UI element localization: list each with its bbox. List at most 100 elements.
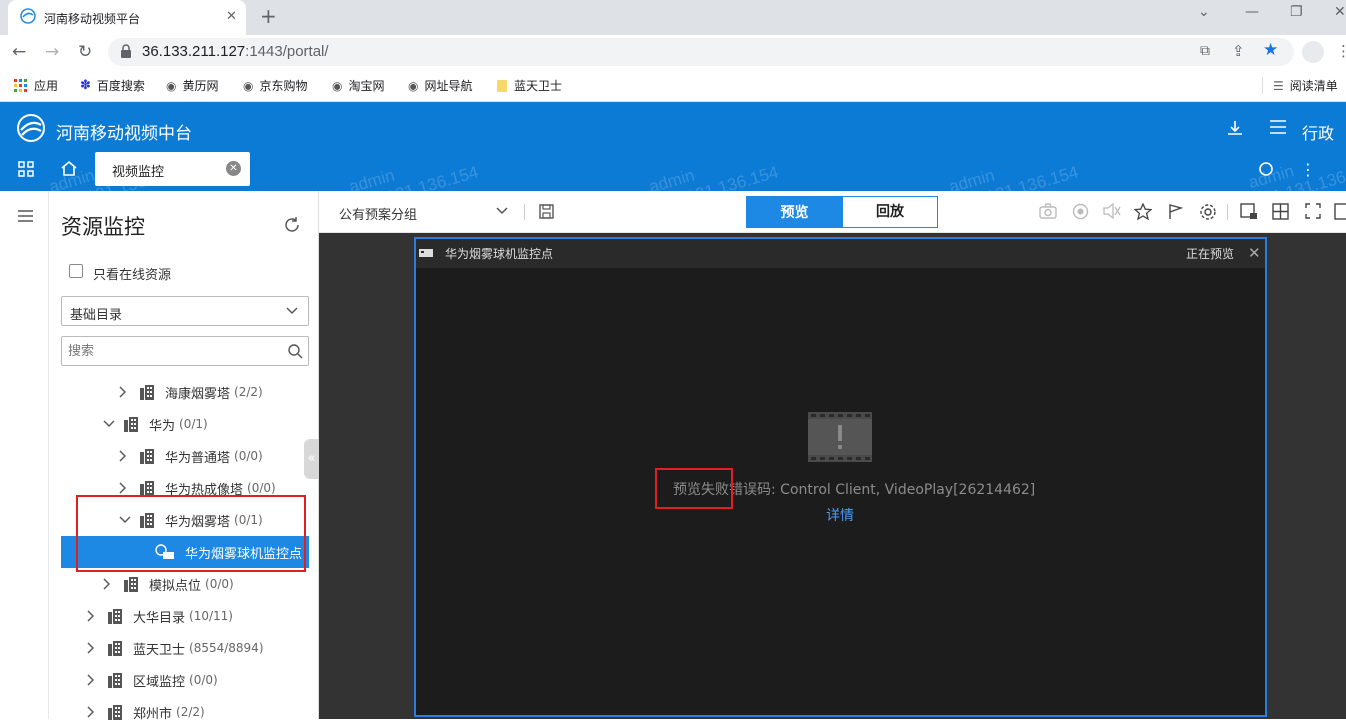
tree-search-input[interactable] xyxy=(68,342,268,360)
url-host: 36.133.211.127 xyxy=(142,43,246,60)
bookmark-star-icon[interactable]: ★ xyxy=(1263,40,1278,60)
tab-playback[interactable]: 回放 xyxy=(842,196,938,228)
close-tab-icon[interactable]: ✕ xyxy=(226,161,241,176)
minimize-icon[interactable]: — xyxy=(1245,4,1259,20)
tree-node[interactable]: 蓝天卫士 (8554/8894) xyxy=(61,632,309,664)
bookmark-huangli[interactable]: ◉ 黄历网 xyxy=(166,77,219,94)
globe-icon: ◉ xyxy=(332,78,343,93)
close-tab-icon[interactable]: ✕ xyxy=(226,9,237,24)
china-mobile-logo-icon xyxy=(16,113,46,143)
tree-node[interactable]: 模拟点位 (0/0) xyxy=(61,568,309,600)
home-icon[interactable] xyxy=(60,160,78,177)
profile-avatar-icon[interactable] xyxy=(1302,41,1324,63)
bookmark-label: 网址导航 xyxy=(424,79,473,93)
video-pane[interactable] xyxy=(414,237,1267,717)
browser-tab[interactable]: 河南移动视频平台 ✕ xyxy=(8,0,246,35)
refresh-icon[interactable] xyxy=(1258,161,1274,177)
chevron-right-icon[interactable] xyxy=(87,674,107,686)
tree-node-count: (2/2) xyxy=(176,705,205,719)
directory-select-value: 基础目录 xyxy=(70,308,123,323)
tree-search-box[interactable] xyxy=(61,336,309,366)
hamburger-icon[interactable] xyxy=(18,210,33,222)
chevron-right-icon[interactable] xyxy=(119,450,139,462)
video-pane-title: 华为烟雾球机监控点 xyxy=(445,247,554,261)
tree-node-label: 区域监控 xyxy=(133,674,186,690)
window-mode-icon[interactable] xyxy=(1240,203,1258,220)
search-icon[interactable] xyxy=(288,344,303,359)
tree-node[interactable]: 华为 (0/1) xyxy=(61,408,309,440)
bookmark-nav[interactable]: ◉ 网址导航 xyxy=(408,77,473,94)
mute-icon[interactable] xyxy=(1103,203,1121,219)
new-tab-icon[interactable]: + xyxy=(260,4,277,28)
directory-select[interactable]: 基础目录 xyxy=(61,296,309,326)
building-icon xyxy=(107,640,123,656)
folder-icon xyxy=(496,79,508,93)
bookmark-label: 淘宝网 xyxy=(348,79,385,93)
tree-node-count: (2/2) xyxy=(234,385,263,399)
bookmark-taobao[interactable]: ◉ 淘宝网 xyxy=(332,77,385,94)
split-layout-icon[interactable] xyxy=(1272,203,1289,220)
plan-group-select[interactable]: 公有预案分组 xyxy=(339,204,417,223)
reading-list[interactable]: ☰ 阅读清单 xyxy=(1262,77,1338,94)
fullscreen-icon[interactable] xyxy=(1305,203,1321,219)
menu-list-icon[interactable] xyxy=(1269,120,1287,134)
chevron-down-icon xyxy=(286,307,298,315)
flag-icon[interactable] xyxy=(1167,203,1184,220)
error-detail-link[interactable]: 详情 xyxy=(826,505,854,525)
chevron-right-icon[interactable] xyxy=(103,578,123,590)
url-text[interactable]: 36.133.211.127:1443/portal/ xyxy=(142,43,329,60)
bookmark-lantian[interactable]: 蓝天卫士 xyxy=(496,77,562,94)
share-icon[interactable]: ⇪ xyxy=(1232,42,1245,60)
sidebar-title: 资源监控 xyxy=(61,215,145,239)
bookmark-jd[interactable]: ◉ 京东购物 xyxy=(243,77,308,94)
chevron-right-icon[interactable] xyxy=(119,386,139,398)
settings-gear-icon[interactable] xyxy=(1199,203,1217,221)
tree-node-label: 华为 xyxy=(149,418,176,434)
download-icon[interactable] xyxy=(1226,119,1244,137)
chevron-right-icon[interactable] xyxy=(87,706,107,718)
chevron-down-icon[interactable] xyxy=(103,420,123,428)
more-vertical-icon[interactable]: ⋮ xyxy=(1300,160,1316,179)
close-pane-icon[interactable]: ✕ xyxy=(1248,244,1261,262)
reload-icon[interactable]: ↻ xyxy=(78,42,92,62)
online-only-checkbox[interactable] xyxy=(69,264,83,278)
collapse-sidebar-icon[interactable]: « xyxy=(304,439,319,479)
snapshot-icon[interactable] xyxy=(1039,203,1057,219)
bookmark-baidu[interactable]: ✽ 百度搜索 xyxy=(80,77,145,94)
lock-icon[interactable] xyxy=(120,44,132,58)
bookmark-label: 应用 xyxy=(34,79,59,93)
tree-node[interactable]: 郑州市 (2/2) xyxy=(61,696,309,728)
tree-node-label: 大华目录 xyxy=(133,610,186,626)
tree-node-count: (0/1) xyxy=(179,417,208,431)
translate-icon[interactable]: ⧉ xyxy=(1200,43,1210,59)
bookmark-apps[interactable]: 应用 xyxy=(14,77,58,94)
chevron-right-icon[interactable] xyxy=(87,642,107,654)
tree-node[interactable]: 区域监控 (0/0) xyxy=(61,664,309,696)
tree-node[interactable]: 大华目录 (10/11) xyxy=(61,600,309,632)
tab-search-icon[interactable]: ⌄ xyxy=(1198,4,1210,20)
user-name[interactable]: 行政 xyxy=(1302,120,1334,144)
globe-icon: ◉ xyxy=(243,78,254,93)
window-close-icon[interactable]: ✕ xyxy=(1334,4,1346,20)
tab-preview[interactable]: 预览 xyxy=(746,196,843,228)
tree-node[interactable]: 华为普通塔 (0/0) xyxy=(61,440,309,472)
refresh-tree-icon[interactable] xyxy=(283,216,301,234)
save-icon[interactable] xyxy=(539,204,554,219)
divider xyxy=(524,204,525,220)
favorite-star-icon[interactable] xyxy=(1134,203,1152,220)
back-icon[interactable]: ← xyxy=(12,42,26,62)
restore-icon[interactable]: ❐ xyxy=(1290,4,1303,20)
building-icon xyxy=(107,672,123,688)
forward-icon[interactable]: → xyxy=(45,42,59,62)
chevron-down-icon[interactable] xyxy=(496,207,508,215)
chevron-right-icon[interactable] xyxy=(119,482,139,494)
tab-video-monitor[interactable]: 视频监控 ✕ xyxy=(95,152,250,186)
record-icon[interactable] xyxy=(1072,203,1089,220)
tree-node[interactable]: 海康烟雾塔 (2/2) xyxy=(61,376,309,408)
url-path: :1443/portal/ xyxy=(245,43,329,60)
apps-menu-icon[interactable] xyxy=(18,161,34,177)
close-all-icon[interactable] xyxy=(1334,203,1346,220)
browser-menu-icon[interactable]: ⋮ xyxy=(1336,42,1346,60)
globe-icon: ◉ xyxy=(408,78,419,93)
chevron-right-icon[interactable] xyxy=(87,610,107,622)
